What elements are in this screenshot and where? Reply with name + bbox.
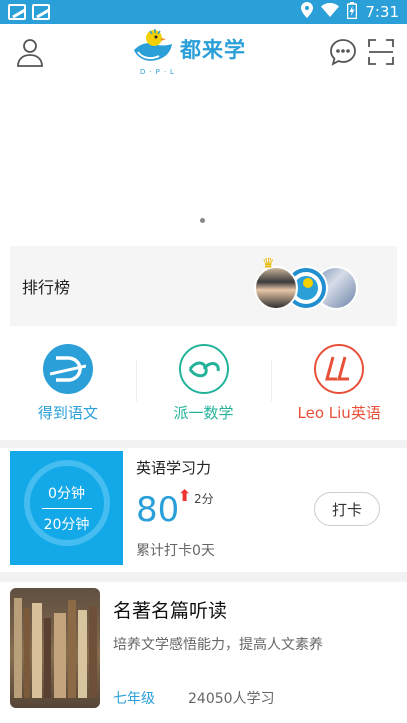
bird-logo-icon [134,29,172,61]
subject-apps: 得到语文 派一数学 Leo Liu英语 [0,338,407,430]
math-app-icon [178,344,229,394]
study-card[interactable]: 0分钟 20分钟 英语学习力 80 ⬆ 2分 累计打卡0天 打卡 [0,448,407,570]
brand-logo: 都来学 D·P·L [130,28,246,76]
course-grade: 七年级 [113,691,155,707]
app-label: 派一数学 [173,404,234,422]
checkin-button[interactable]: 打卡 [314,492,380,526]
timer-divider [42,508,92,509]
app-header: 都来学 D·P·L [0,24,407,82]
scan-icon [368,39,394,65]
leaderboard-title: 排行榜 [22,278,71,297]
notification-icon [8,4,26,20]
scan-button[interactable] [367,38,395,66]
leaderboard-entry[interactable]: 排行榜 ♛ [10,246,397,326]
status-time: 7:31 [365,3,399,21]
english-app-icon [314,344,365,394]
app-english[interactable]: Leo Liu英语 [271,338,407,430]
up-arrow-icon: ⬆ [178,486,192,505]
course-title: 名著名篇听读 [113,600,228,622]
course-description: 培养文学感悟能力，提高人文素养 [113,637,323,653]
wifi-icon [321,3,340,21]
app-label: 得到语文 [37,404,98,422]
chinese-app-icon [42,344,93,394]
carousel-indicator[interactable] [200,218,205,223]
brand-subtitle: D·P·L [140,68,178,76]
score-delta: 2分 [194,492,214,506]
user-profile-button[interactable] [14,36,46,68]
checkin-streak: 累计打卡0天 [136,543,215,559]
status-bar: 7:31 [0,0,407,24]
app-label: Leo Liu英语 [297,404,381,422]
chat-bubble-icon [330,39,356,66]
app-math[interactable]: 派一数学 [135,338,272,430]
app-chinese[interactable]: 得到语文 [0,338,136,430]
course-cover-image [10,588,100,708]
section-divider [0,572,407,582]
location-icon [301,2,314,22]
notification-icon [32,4,50,20]
crown-icon: ♛ [262,256,275,272]
app-name: 都来学 [180,38,246,62]
study-title: 英语学习力 [136,459,212,477]
avatar [254,266,298,310]
banner-carousel[interactable] [0,82,407,240]
course-card[interactable]: 名著名篇听读 培养文学感悟能力，提高人文素养 七年级 24050人学习 [0,582,407,723]
battery-icon [347,1,358,23]
course-learner-count: 24050人学习 [188,691,275,707]
study-minutes: 0分钟 [48,486,85,502]
study-score: 80 [136,490,180,530]
messages-button[interactable] [329,38,357,66]
study-goal: 20分钟 [43,517,90,533]
user-icon [17,39,43,67]
section-divider [0,440,407,448]
study-timer: 0分钟 20分钟 [10,451,123,565]
leaderboard-avatars: ♛ [254,256,364,314]
